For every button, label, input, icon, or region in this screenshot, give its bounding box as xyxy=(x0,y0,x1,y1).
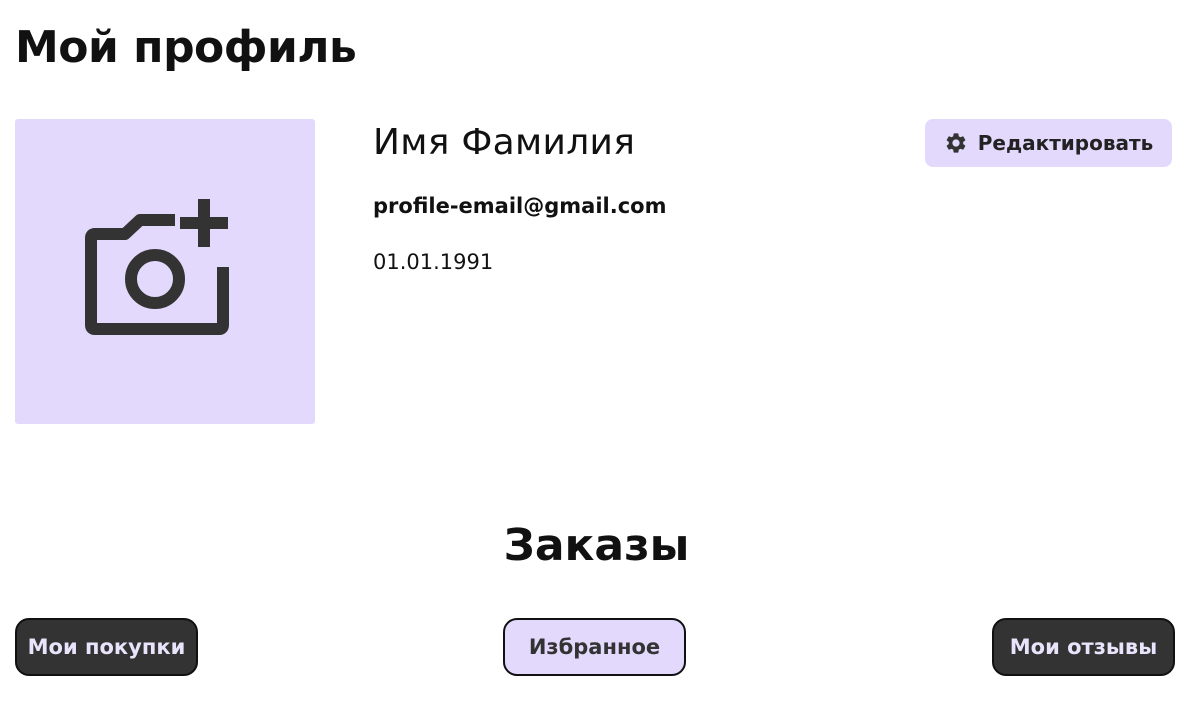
tab-favorites[interactable]: Избранное xyxy=(503,618,686,676)
edit-profile-button[interactable]: Редактировать xyxy=(925,119,1172,167)
tab-my-reviews[interactable]: Мои отзывы xyxy=(992,618,1175,676)
gear-icon xyxy=(944,131,968,155)
tab-label: Мои отзывы xyxy=(1009,635,1158,659)
tab-label: Избранное xyxy=(528,635,661,659)
profile-info: Имя Фамилия profile-email@gmail.com 01.0… xyxy=(373,119,666,277)
profile-name: Имя Фамилия xyxy=(373,122,636,163)
orders-title: Заказы xyxy=(503,520,690,571)
avatar-upload[interactable] xyxy=(15,119,315,424)
page-title: Мой профиль xyxy=(15,22,357,73)
tab-my-purchases[interactable]: Мои покупки xyxy=(15,618,198,676)
profile-email: profile-email@gmail.com xyxy=(373,194,667,218)
edit-profile-label: Редактировать xyxy=(977,131,1154,155)
add-photo-camera-icon xyxy=(85,197,245,347)
profile-birth-date: 01.01.1991 xyxy=(373,250,494,274)
tab-label: Мои покупки xyxy=(27,635,186,659)
